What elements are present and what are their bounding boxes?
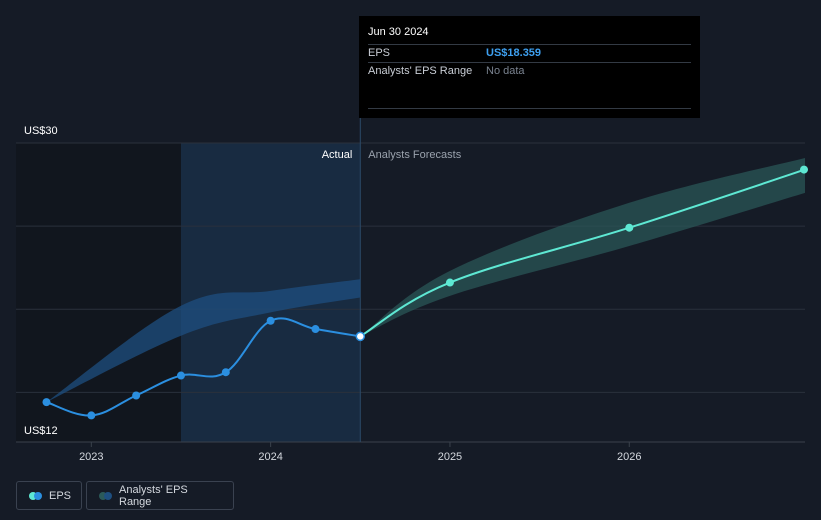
tooltip-divider xyxy=(368,108,691,109)
eps-actual-point[interactable] xyxy=(42,398,51,407)
eps-swatch-icon xyxy=(29,491,42,500)
forecast-region-label: Analysts Forecasts xyxy=(368,149,461,161)
x-tick-label: 2025 xyxy=(438,451,462,463)
tooltip-eps-value: US$18.359 xyxy=(486,47,542,59)
x-tick-label: 2024 xyxy=(258,451,282,463)
tooltip-date: Jun 30 2024 xyxy=(368,26,429,38)
y-axis-label-bottom: US$12 xyxy=(24,425,58,437)
x-axis: 2023 2024 2025 2026 xyxy=(79,442,642,463)
eps-forecast-point[interactable] xyxy=(800,165,808,174)
tooltip-range-label: Analysts' EPS Range xyxy=(368,65,473,77)
tooltip-eps-label: EPS xyxy=(368,47,391,59)
past-period-region xyxy=(16,143,181,442)
legend-range-label: Analysts' EPS Range xyxy=(119,483,188,508)
legend-range-button[interactable]: Analysts' EPS Range xyxy=(86,481,234,510)
x-tick-label: 2023 xyxy=(79,451,103,463)
eps-forecast-point[interactable] xyxy=(445,278,454,287)
tooltip-range-row: Analysts' EPS Range No data xyxy=(368,62,691,80)
x-tick-label: 2026 xyxy=(617,451,641,463)
legend-eps-button[interactable]: EPS xyxy=(16,481,82,510)
tooltip-eps-row: EPS US$18.359 xyxy=(368,44,691,62)
eps-actual-point[interactable] xyxy=(266,316,275,325)
eps-forecast-point[interactable] xyxy=(625,223,634,232)
y-axis-label-top: US$30 xyxy=(24,125,58,137)
actual-region-label: Actual xyxy=(322,149,353,161)
eps-actual-point[interactable] xyxy=(221,368,230,377)
eps-actual-point[interactable] xyxy=(176,371,185,380)
eps-selected-point[interactable] xyxy=(355,331,366,342)
range-swatch-icon xyxy=(99,491,112,500)
tooltip: Jun 30 2024 EPS US$18.359 Analysts' EPS … xyxy=(359,16,700,118)
eps-actual-point[interactable] xyxy=(132,391,141,400)
legend-eps-label: EPS xyxy=(49,489,72,502)
eps-actual-point[interactable] xyxy=(87,411,96,420)
tooltip-range-value: No data xyxy=(486,65,525,77)
eps-actual-point[interactable] xyxy=(311,325,320,334)
